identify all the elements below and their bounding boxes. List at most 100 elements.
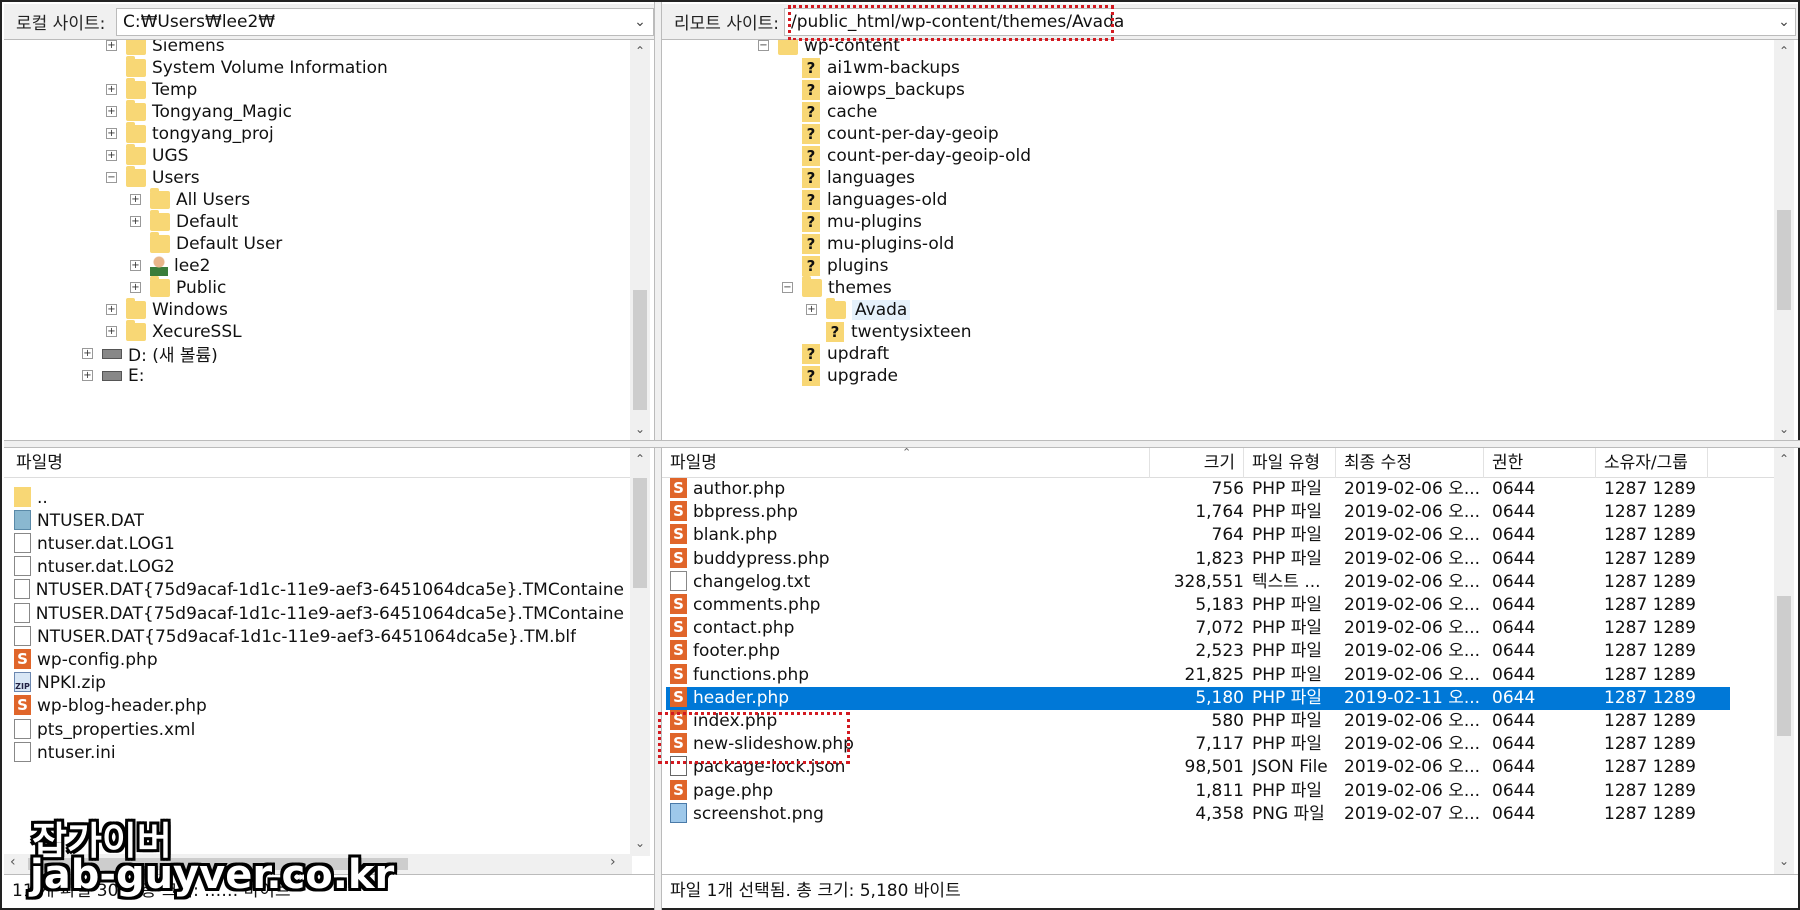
tree-item-label: Temp: [152, 79, 198, 100]
file-row[interactable]: blank.php 764 PHP 파일 2019-02-06 오... 0644 128…: [666, 524, 1730, 547]
column-permissions[interactable]: 권한: [1484, 448, 1596, 478]
scroll-up-icon[interactable]: ⌃: [1774, 42, 1794, 60]
file-date-cell: 2019-02-06 오...: [1344, 641, 1480, 662]
column-owner[interactable]: 소유자/그룹: [1596, 448, 1708, 478]
file-row[interactable]: ntuser.ini: [14, 741, 624, 764]
file-perm-cell: 0644: [1492, 757, 1536, 778]
file-perm-cell: 0644: [1492, 664, 1536, 685]
file-type-cell: PHP 파일: [1252, 502, 1322, 523]
collapse-icon[interactable]: −: [106, 172, 117, 183]
expand-icon[interactable]: +: [806, 304, 817, 315]
unknown-folder-icon: ?: [802, 145, 820, 166]
expand-icon[interactable]: +: [106, 150, 117, 161]
file-row[interactable]: wp-blog-header.php: [14, 695, 624, 718]
collapse-icon[interactable]: −: [782, 282, 793, 293]
local-path-input[interactable]: C:₩Users₩lee2₩: [116, 8, 654, 36]
remote-tree-scrollbar[interactable]: ⌃ ⌄: [1774, 40, 1794, 440]
tree-item[interactable]: E:: [102, 363, 144, 388]
file-row[interactable]: buddypress.php 1,823 PHP 파일 2019-02-06 오...…: [666, 547, 1730, 571]
remote-path-highlight: [788, 5, 1114, 41]
pane-splitter-horizontal[interactable]: [4, 440, 1800, 448]
file-row[interactable]: comments.php 5,183 PHP 파일 2019-02-06 오... 06…: [666, 594, 1730, 617]
scroll-right-icon[interactable]: ›: [610, 854, 616, 870]
remote-list-scrollbar[interactable]: ⌃ ⌄: [1774, 448, 1794, 874]
folder-icon: [126, 99, 146, 121]
column-type[interactable]: 파일 유형: [1244, 448, 1336, 478]
expand-icon[interactable]: +: [82, 370, 93, 381]
file-row[interactable]: NTUSER.DAT{75d9acaf-1d1c-11e9-aef3-64510…: [14, 625, 624, 648]
file-date-cell: 2019-02-06 오...: [1344, 734, 1480, 755]
file-owner-cell: 1287 1289: [1604, 571, 1696, 592]
file-row[interactable]: header.php 5,180 PHP 파일 2019-02-11 오... 0644…: [666, 686, 1730, 710]
pane-splitter-vertical[interactable]: [654, 2, 662, 910]
expand-icon[interactable]: +: [82, 348, 93, 359]
scroll-up-icon[interactable]: ⌃: [1774, 450, 1794, 468]
expand-icon[interactable]: +: [130, 282, 141, 293]
chevron-down-icon[interactable]: ⌄: [1774, 10, 1794, 34]
local-site-bar: 로컬 사이트: C:₩Users₩lee2₩ ⌄: [4, 4, 654, 40]
local-list-scrollbar[interactable]: ⌃ ⌄: [630, 448, 650, 856]
collapse-icon[interactable]: −: [758, 40, 769, 51]
expand-icon[interactable]: +: [130, 194, 141, 205]
watermark-url: jab-guyver.co.kr: [30, 852, 395, 898]
chevron-down-icon[interactable]: ⌄: [630, 10, 650, 34]
scroll-down-icon[interactable]: ⌄: [630, 834, 650, 852]
file-type-cell: PHP 파일: [1252, 525, 1322, 546]
file-row[interactable]: NTUSER.DAT{75d9acaf-1d1c-11e9-aef3-64510…: [14, 579, 624, 602]
file-name: wp-blog-header.php: [37, 696, 207, 717]
expand-icon[interactable]: +: [106, 40, 117, 51]
file-row[interactable]: ..: [14, 486, 624, 509]
folder-icon: [126, 319, 146, 341]
scroll-thumb[interactable]: [1777, 210, 1791, 310]
expand-icon[interactable]: +: [130, 216, 141, 227]
scroll-down-icon[interactable]: ⌄: [1774, 420, 1794, 438]
tree-item-label: languages-old: [827, 189, 948, 210]
tree-item-label: mu-plugins: [827, 211, 922, 232]
expand-icon[interactable]: +: [130, 260, 141, 271]
column-size[interactable]: 크기: [1150, 448, 1244, 478]
column-modified[interactable]: 최종 수정: [1336, 448, 1484, 478]
file-row[interactable]: functions.php 21,825 PHP 파일 2019-02-06 오...…: [666, 663, 1730, 687]
file-type-cell: PHP 파일: [1252, 548, 1322, 569]
file-row[interactable]: ZIP NPKI.zip: [14, 672, 624, 695]
expand-icon[interactable]: +: [106, 84, 117, 95]
tree-item[interactable]: ? upgrade: [802, 363, 898, 388]
expand-icon[interactable]: +: [106, 304, 117, 315]
tree-item-label: System Volume Information: [152, 57, 388, 78]
scroll-thumb[interactable]: [1777, 596, 1791, 736]
scroll-thumb[interactable]: [633, 290, 647, 410]
file-row[interactable]: NTUSER.DAT: [14, 509, 624, 532]
remote-directory-tree: − wp-content? ai1wm-backups? aiowps_backups…: [662, 40, 1798, 440]
folder-icon: [150, 187, 170, 209]
file-name: NPKI.zip: [37, 673, 106, 694]
file-row[interactable]: footer.php 2,523 PHP 파일 2019-02-06 오... 0644…: [666, 640, 1730, 663]
file-date-cell: 2019-02-06 오...: [1344, 595, 1480, 615]
file-type-cell: PHP 파일: [1252, 687, 1322, 708]
scroll-down-icon[interactable]: ⌄: [1774, 852, 1794, 870]
file-row[interactable]: author.php 756 PHP 파일 2019-02-06 오... 0644 12…: [666, 478, 1730, 501]
file-row[interactable]: wp-config.php: [14, 648, 624, 671]
column-filename[interactable]: 파일명: [8, 448, 628, 478]
scroll-up-icon[interactable]: ⌃: [630, 450, 650, 468]
local-tree-scrollbar[interactable]: ⌃ ⌄: [630, 40, 650, 440]
scroll-down-icon[interactable]: ⌄: [630, 420, 650, 438]
file-row[interactable]: changelog.txt 328,551 텍스트 ... 2019-02-06 오.…: [666, 570, 1730, 594]
expand-icon[interactable]: +: [106, 128, 117, 139]
scroll-thumb[interactable]: [633, 478, 647, 588]
expand-icon[interactable]: +: [106, 106, 117, 117]
file-row[interactable]: pts_properties.xml: [14, 718, 624, 741]
scroll-left-icon[interactable]: ‹: [10, 854, 16, 870]
file-row[interactable]: NTUSER.DAT{75d9acaf-1d1c-11e9-aef3-64510…: [14, 602, 624, 625]
file-row[interactable]: screenshot.png 4,358 PNG 파일 2019-02-07 오...…: [666, 802, 1730, 826]
file-row[interactable]: bbpress.php 1,764 PHP 파일 2019-02-06 오... 064…: [666, 501, 1730, 524]
tree-item-label: updraft: [827, 343, 890, 364]
file-row[interactable]: page.php 1,811 PHP 파일 2019-02-06 오... 0644 12…: [666, 779, 1730, 803]
expand-icon[interactable]: +: [106, 326, 117, 337]
file-name: blank.php: [693, 525, 778, 546]
file-row[interactable]: ntuser.dat.LOG1: [14, 532, 624, 555]
file-row[interactable]: contact.php 7,072 PHP 파일 2019-02-06 오... 064…: [666, 617, 1730, 640]
scroll-up-icon[interactable]: ⌃: [630, 42, 650, 60]
file-row[interactable]: ntuser.dat.LOG2: [14, 556, 624, 579]
file-owner-cell: 1287 1289: [1604, 687, 1696, 708]
file-size-cell: 98,501: [1184, 757, 1244, 778]
